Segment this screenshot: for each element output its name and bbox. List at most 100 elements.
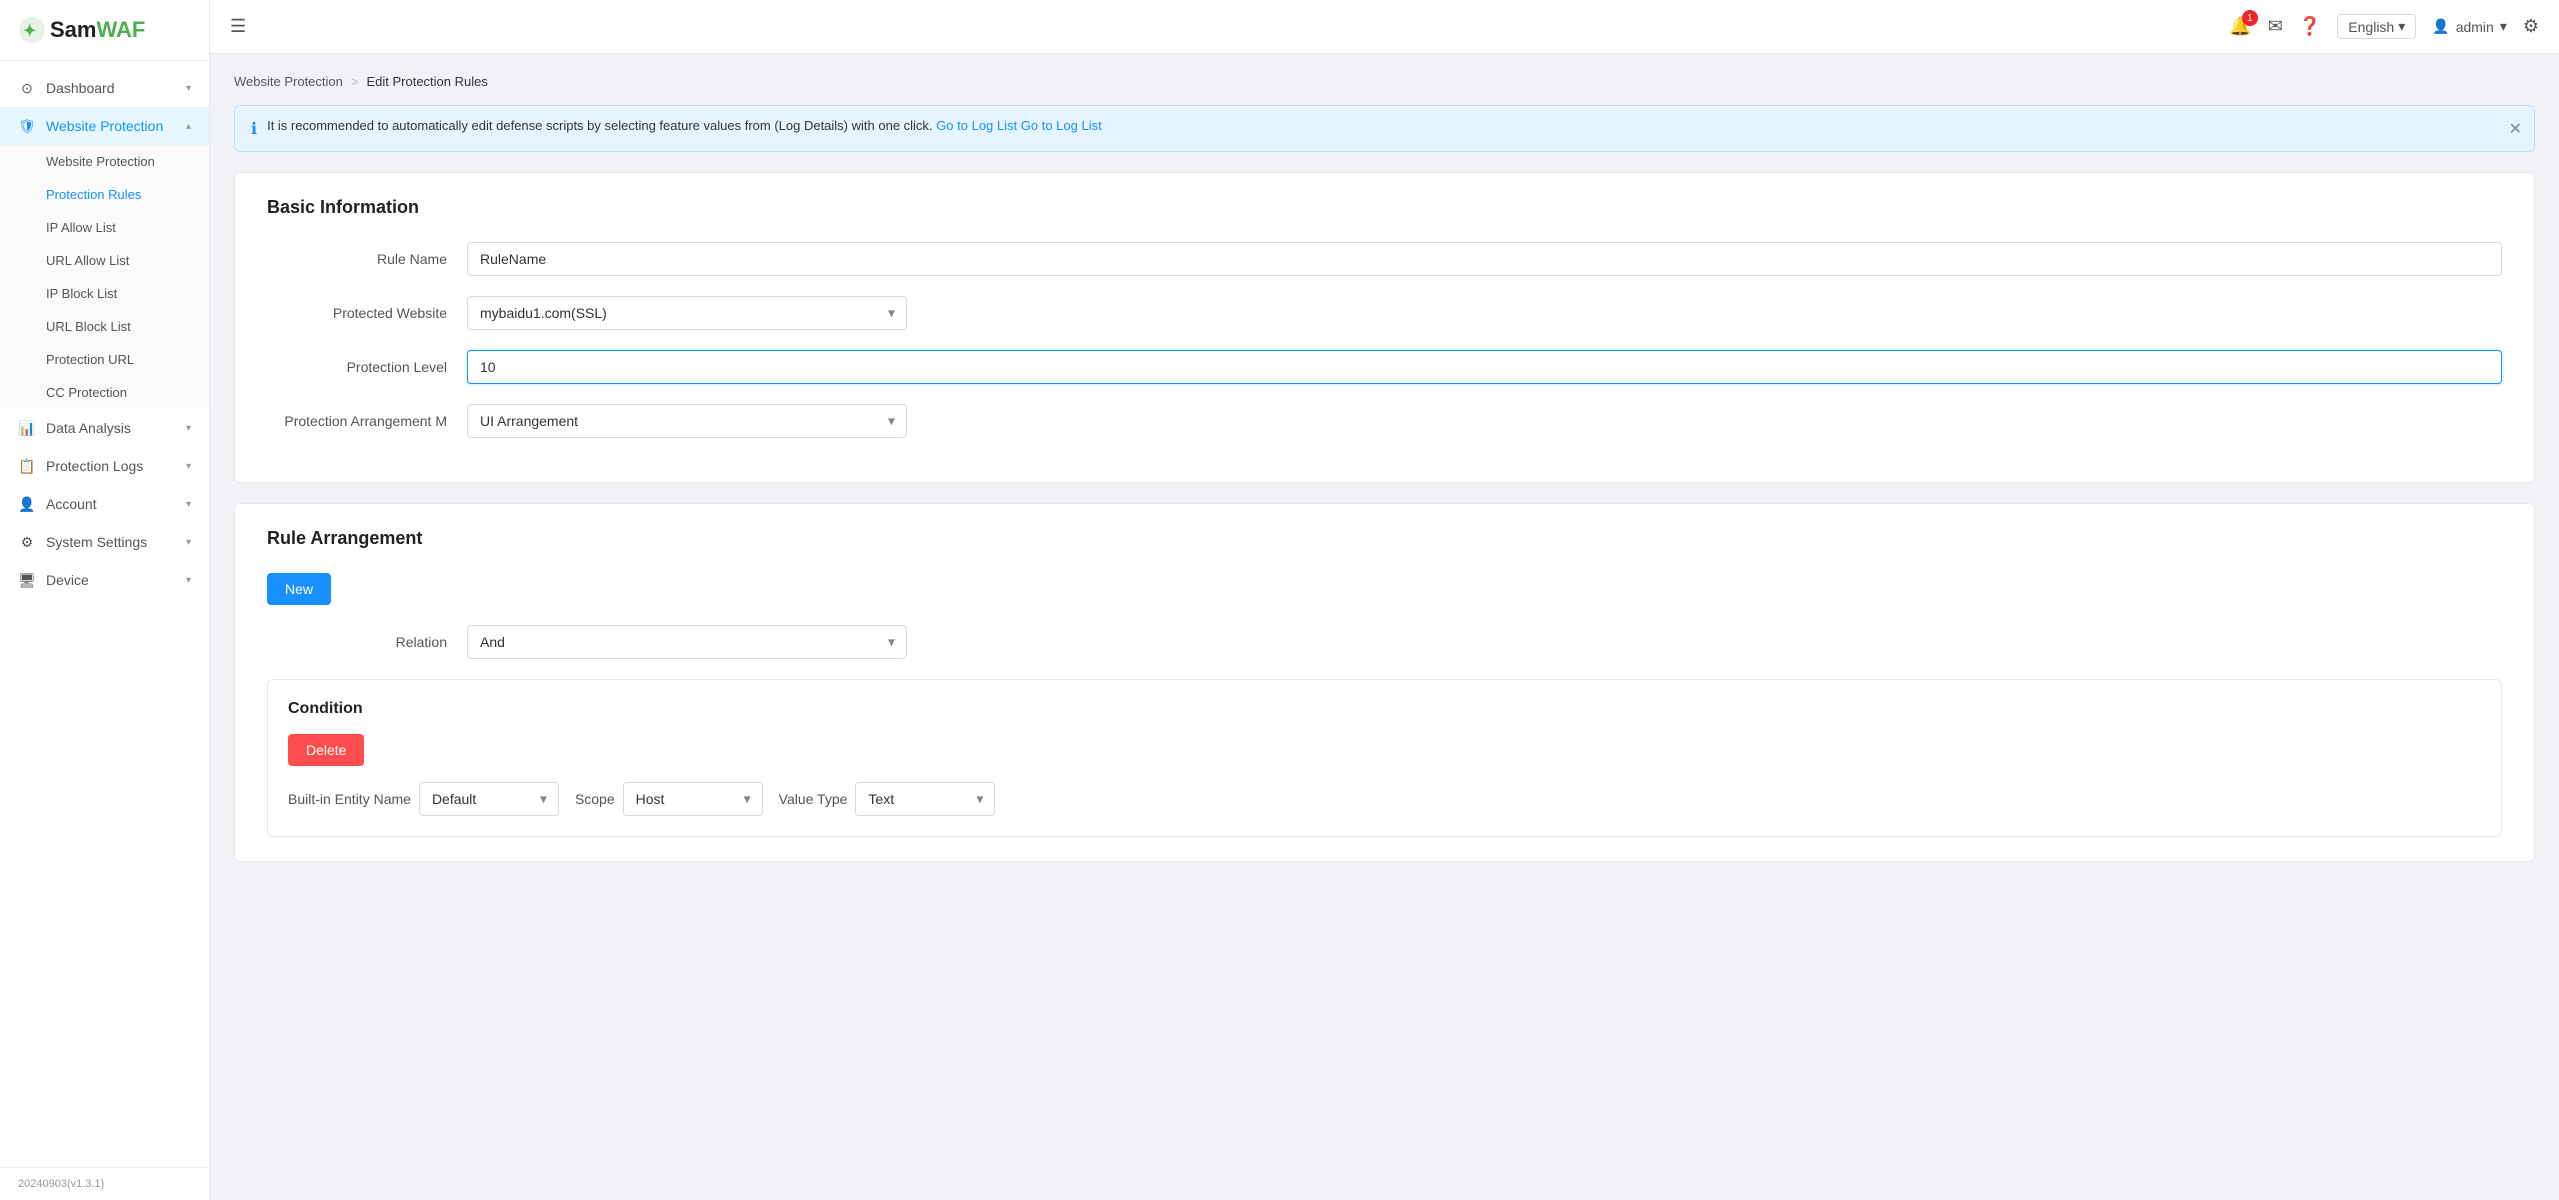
value-type-select[interactable]: Text Regex bbox=[855, 782, 995, 816]
scope-control: Host Path Query bbox=[623, 782, 763, 816]
rule-arrangement-title: Rule Arrangement bbox=[267, 528, 2502, 549]
built-in-entity-field: Built-in Entity Name Default bbox=[288, 782, 559, 816]
main: ☰ 🔔 1 ✉ ❓ English ▾ 👤 admin ▾ ⚙ Website … bbox=[210, 0, 2559, 1200]
sidebar-item-label: Data Analysis bbox=[46, 420, 186, 436]
protected-website-control: mybaidu1.com(SSL) bbox=[467, 296, 907, 330]
condition-box: Condition Delete Built-in Entity Name De… bbox=[267, 679, 2502, 837]
protection-arrangement-label: Protection Arrangement M bbox=[267, 413, 467, 429]
breadcrumb-current: Edit Protection Rules bbox=[366, 74, 487, 89]
built-in-entity-control: Default bbox=[419, 782, 559, 816]
close-icon[interactable]: ✕ bbox=[2509, 119, 2522, 139]
sidebar-item-protection-logs[interactable]: 📋 Protection Logs ▾ bbox=[0, 447, 209, 485]
header: ☰ 🔔 1 ✉ ❓ English ▾ 👤 admin ▾ ⚙ bbox=[210, 0, 2559, 54]
sidebar: ✦ SamWAF ⊙ Dashboard ▾ 🛡 Website Protect… bbox=[0, 0, 210, 1200]
rule-name-control bbox=[467, 242, 2502, 276]
user-icon: 👤 bbox=[18, 495, 36, 513]
new-button[interactable]: New bbox=[267, 573, 331, 605]
content: Website Protection > Edit Protection Rul… bbox=[210, 54, 2559, 1200]
protected-website-row: Protected Website mybaidu1.com(SSL) bbox=[267, 296, 2502, 330]
alert-log-link-1[interactable]: Go to Log List bbox=[936, 118, 1017, 133]
protection-level-control bbox=[467, 350, 2502, 384]
alert-text: It is recommended to automatically edit … bbox=[267, 118, 2518, 133]
gear-icon[interactable]: ⚙ bbox=[2523, 16, 2539, 37]
sidebar-item-data-analysis[interactable]: 📊 Data Analysis ▾ bbox=[0, 409, 209, 447]
sidebar-item-account[interactable]: 👤 Account ▾ bbox=[0, 485, 209, 523]
device-icon: 🖥 bbox=[18, 571, 36, 589]
submenu-item-cc-protection[interactable]: CC Protection bbox=[0, 376, 209, 409]
scope-select[interactable]: Host Path Query bbox=[623, 782, 763, 816]
chevron-down-icon: ▾ bbox=[186, 423, 191, 434]
breadcrumb: Website Protection > Edit Protection Rul… bbox=[234, 74, 2535, 89]
submenu-item-url-block-list[interactable]: URL Block List bbox=[0, 310, 209, 343]
sidebar-item-system-settings[interactable]: ⚙ System Settings ▾ bbox=[0, 523, 209, 561]
dashboard-icon: ⊙ bbox=[18, 79, 36, 97]
settings-icon: ⚙ bbox=[18, 533, 36, 551]
notification-icon[interactable]: 🔔 1 bbox=[2229, 16, 2251, 37]
protection-level-input[interactable] bbox=[467, 350, 2502, 384]
sidebar-item-label: System Settings bbox=[46, 534, 186, 550]
sidebar-menu: ⊙ Dashboard ▾ 🛡 Website Protection ▴ Web… bbox=[0, 61, 209, 1167]
value-type-field: Value Type Text Regex bbox=[779, 782, 996, 816]
value-type-control: Text Regex bbox=[855, 782, 995, 816]
breadcrumb-separator: > bbox=[351, 74, 359, 89]
sidebar-item-label: Account bbox=[46, 496, 186, 512]
relation-row: Relation And Or bbox=[267, 625, 2502, 659]
protection-arrangement-row: Protection Arrangement M UI Arrangement … bbox=[267, 404, 2502, 438]
chevron-down-icon: ▾ bbox=[2500, 18, 2507, 35]
submenu-item-ip-block-list[interactable]: IP Block List bbox=[0, 277, 209, 310]
submenu-item-protection-url[interactable]: Protection URL bbox=[0, 343, 209, 376]
sidebar-item-device[interactable]: 🖥 Device ▾ bbox=[0, 561, 209, 599]
language-selector[interactable]: English ▾ bbox=[2337, 14, 2416, 39]
basic-info-card: Basic Information Rule Name Protected We… bbox=[234, 172, 2535, 483]
chart-icon: 📊 bbox=[18, 419, 36, 437]
sidebar-item-dashboard[interactable]: ⊙ Dashboard ▾ bbox=[0, 69, 209, 107]
relation-label: Relation bbox=[267, 634, 467, 650]
submenu-item-website-protection[interactable]: Website Protection bbox=[0, 145, 209, 178]
chevron-down-icon: ▾ bbox=[186, 461, 191, 472]
sidebar-item-label: Protection Logs bbox=[46, 458, 186, 474]
protected-website-label: Protected Website bbox=[267, 305, 467, 321]
header-right: 🔔 1 ✉ ❓ English ▾ 👤 admin ▾ ⚙ bbox=[2229, 14, 2539, 39]
log-icon: 📋 bbox=[18, 457, 36, 475]
sidebar-item-label: Website Protection bbox=[46, 118, 186, 134]
alert-banner: ℹ It is recommended to automatically edi… bbox=[234, 105, 2535, 152]
protection-arrangement-select[interactable]: UI Arrangement Script Arrangement bbox=[467, 404, 907, 438]
info-icon: ℹ bbox=[251, 119, 257, 139]
rule-name-label: Rule Name bbox=[267, 251, 467, 267]
sidebar-item-label: Dashboard bbox=[46, 80, 186, 96]
submenu-item-protection-rules[interactable]: Protection Rules bbox=[0, 178, 209, 211]
logo-waf: WAF bbox=[96, 17, 145, 42]
protected-website-select[interactable]: mybaidu1.com(SSL) bbox=[467, 296, 907, 330]
sidebar-item-website-protection[interactable]: 🛡 Website Protection ▴ bbox=[0, 107, 209, 145]
relation-select[interactable]: And Or bbox=[467, 625, 907, 659]
chevron-down-icon: ▾ bbox=[186, 499, 191, 510]
chevron-down-icon: ▾ bbox=[186, 83, 191, 94]
scope-field: Scope Host Path Query bbox=[575, 782, 763, 816]
logo: ✦ SamWAF bbox=[0, 0, 209, 61]
built-in-entity-label: Built-in Entity Name bbox=[288, 791, 411, 807]
notification-badge: 1 bbox=[2242, 10, 2258, 26]
mail-icon[interactable]: ✉ bbox=[2268, 16, 2283, 37]
hamburger-icon[interactable]: ☰ bbox=[230, 16, 246, 37]
help-icon[interactable]: ❓ bbox=[2299, 16, 2321, 37]
submenu-item-url-allow-list[interactable]: URL Allow List bbox=[0, 244, 209, 277]
value-type-label: Value Type bbox=[779, 791, 848, 807]
svg-text:✦: ✦ bbox=[23, 23, 36, 40]
condition-title: Condition bbox=[288, 700, 2481, 718]
header-left: ☰ bbox=[230, 16, 246, 37]
user-menu[interactable]: 👤 admin ▾ bbox=[2432, 18, 2507, 35]
basic-info-title: Basic Information bbox=[267, 197, 2502, 218]
delete-button[interactable]: Delete bbox=[288, 734, 364, 766]
rule-name-row: Rule Name bbox=[267, 242, 2502, 276]
chevron-down-icon: ▾ bbox=[2398, 18, 2405, 35]
sidebar-version: 20240903(v1.3.1) bbox=[0, 1167, 209, 1200]
shield-icon: 🛡 bbox=[18, 117, 36, 135]
logo-sam: Sam bbox=[50, 17, 96, 42]
breadcrumb-parent[interactable]: Website Protection bbox=[234, 74, 343, 89]
rule-name-input[interactable] bbox=[467, 242, 2502, 276]
alert-log-link-2[interactable]: Go to Log List bbox=[1021, 118, 1102, 133]
submenu-item-ip-allow-list[interactable]: IP Allow List bbox=[0, 211, 209, 244]
protection-level-label: Protection Level bbox=[267, 359, 467, 375]
built-in-entity-select[interactable]: Default bbox=[419, 782, 559, 816]
language-label: English bbox=[2348, 19, 2394, 35]
